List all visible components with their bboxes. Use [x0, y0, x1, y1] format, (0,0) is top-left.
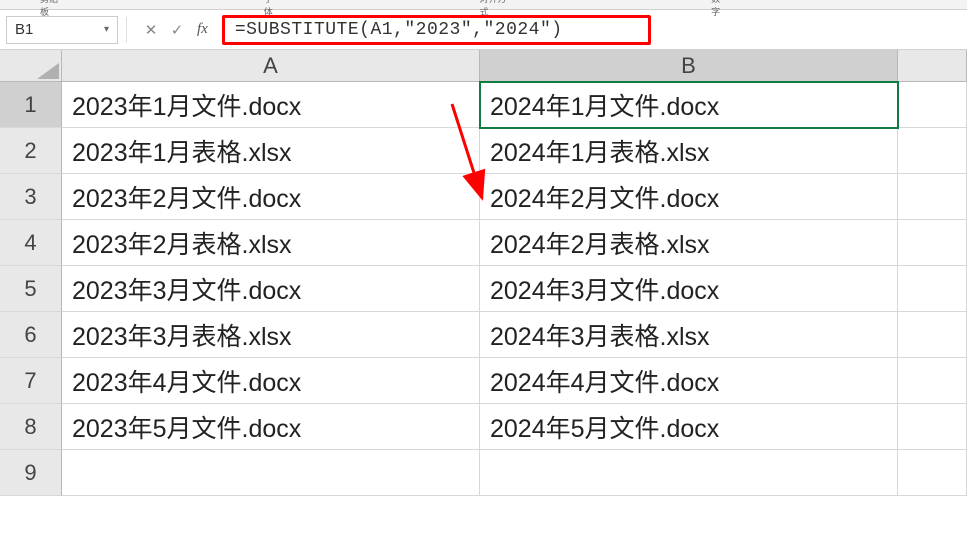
- cell-a2[interactable]: 2023年1月表格.xlsx: [62, 128, 480, 174]
- cell-rest[interactable]: [898, 174, 967, 220]
- cell-b5[interactable]: 2024年3月文件.docx: [480, 266, 898, 312]
- table-row: 3 2023年2月文件.docx 2024年2月文件.docx: [0, 174, 967, 220]
- spreadsheet-grid: A B 1 2023年1月文件.docx 2024年1月文件.docx 2 20…: [0, 50, 967, 496]
- cell-rest[interactable]: [898, 312, 967, 358]
- row-header-8[interactable]: 8: [0, 404, 62, 450]
- fx-icon[interactable]: fx: [197, 21, 208, 38]
- table-row: 2 2023年1月表格.xlsx 2024年1月表格.xlsx: [0, 128, 967, 174]
- formula-buttons: ✕ ✓ fx: [135, 21, 218, 39]
- cell-rest[interactable]: [898, 266, 967, 312]
- cell-b8[interactable]: 2024年5月文件.docx: [480, 404, 898, 450]
- column-header-a[interactable]: A: [62, 50, 480, 82]
- cell-a1[interactable]: 2023年1月文件.docx: [62, 82, 480, 128]
- ribbon-group-number: 数字: [711, 0, 727, 18]
- confirm-formula-icon[interactable]: ✓: [167, 21, 187, 39]
- name-box-value: B1: [15, 21, 104, 38]
- cell-rest[interactable]: [898, 220, 967, 266]
- cell-b4[interactable]: 2024年2月表格.xlsx: [480, 220, 898, 266]
- cell-a7[interactable]: 2023年4月文件.docx: [62, 358, 480, 404]
- column-header-b[interactable]: B: [480, 50, 898, 82]
- cell-rest[interactable]: [898, 128, 967, 174]
- formula-input-highlight: =SUBSTITUTE(A1,"2023","2024"): [222, 15, 651, 45]
- row-header-4[interactable]: 4: [0, 220, 62, 266]
- chevron-down-icon[interactable]: ▾: [104, 24, 109, 35]
- cell-a8[interactable]: 2023年5月文件.docx: [62, 404, 480, 450]
- table-row: 4 2023年2月表格.xlsx 2024年2月表格.xlsx: [0, 220, 967, 266]
- cell-b2[interactable]: 2024年1月表格.xlsx: [480, 128, 898, 174]
- row-header-9[interactable]: 9: [0, 450, 62, 496]
- formula-input[interactable]: =SUBSTITUTE(A1,"2023","2024"): [235, 20, 563, 40]
- row-header-2[interactable]: 2: [0, 128, 62, 174]
- row-header-1[interactable]: 1: [0, 82, 62, 128]
- cell-rest[interactable]: [898, 82, 967, 128]
- column-header-rest[interactable]: [898, 50, 967, 82]
- cell-rest[interactable]: [898, 404, 967, 450]
- cell-a9[interactable]: [62, 450, 480, 496]
- divider: [126, 17, 127, 43]
- row-header-3[interactable]: 3: [0, 174, 62, 220]
- table-row: 8 2023年5月文件.docx 2024年5月文件.docx: [0, 404, 967, 450]
- table-row: 7 2023年4月文件.docx 2024年4月文件.docx: [0, 358, 967, 404]
- table-row: 6 2023年3月表格.xlsx 2024年3月表格.xlsx: [0, 312, 967, 358]
- row-header-6[interactable]: 6: [0, 312, 62, 358]
- select-all-triangle-icon: [37, 63, 59, 79]
- cancel-formula-icon[interactable]: ✕: [141, 21, 161, 39]
- cell-b3[interactable]: 2024年2月文件.docx: [480, 174, 898, 220]
- select-all-corner[interactable]: [0, 50, 62, 82]
- ribbon-edge: 剪贴板 字体 对齐方式 数字: [0, 0, 967, 10]
- formula-bar: B1 ▾ ✕ ✓ fx =SUBSTITUTE(A1,"2023","2024"…: [0, 10, 967, 50]
- column-headers: A B: [0, 50, 967, 82]
- cell-a5[interactable]: 2023年3月文件.docx: [62, 266, 480, 312]
- cell-b9[interactable]: [480, 450, 898, 496]
- row-header-7[interactable]: 7: [0, 358, 62, 404]
- cell-b7[interactable]: 2024年4月文件.docx: [480, 358, 898, 404]
- cell-a3[interactable]: 2023年2月文件.docx: [62, 174, 480, 220]
- row-header-5[interactable]: 5: [0, 266, 62, 312]
- cell-b1[interactable]: 2024年1月文件.docx: [480, 82, 898, 128]
- cell-rest[interactable]: [898, 358, 967, 404]
- cell-b6[interactable]: 2024年3月表格.xlsx: [480, 312, 898, 358]
- name-box[interactable]: B1 ▾: [6, 16, 118, 44]
- table-row: 9: [0, 450, 967, 496]
- table-row: 5 2023年3月文件.docx 2024年3月文件.docx: [0, 266, 967, 312]
- cell-a4[interactable]: 2023年2月表格.xlsx: [62, 220, 480, 266]
- cell-a6[interactable]: 2023年3月表格.xlsx: [62, 312, 480, 358]
- table-row: 1 2023年1月文件.docx 2024年1月文件.docx: [0, 82, 967, 128]
- cell-rest[interactable]: [898, 450, 967, 496]
